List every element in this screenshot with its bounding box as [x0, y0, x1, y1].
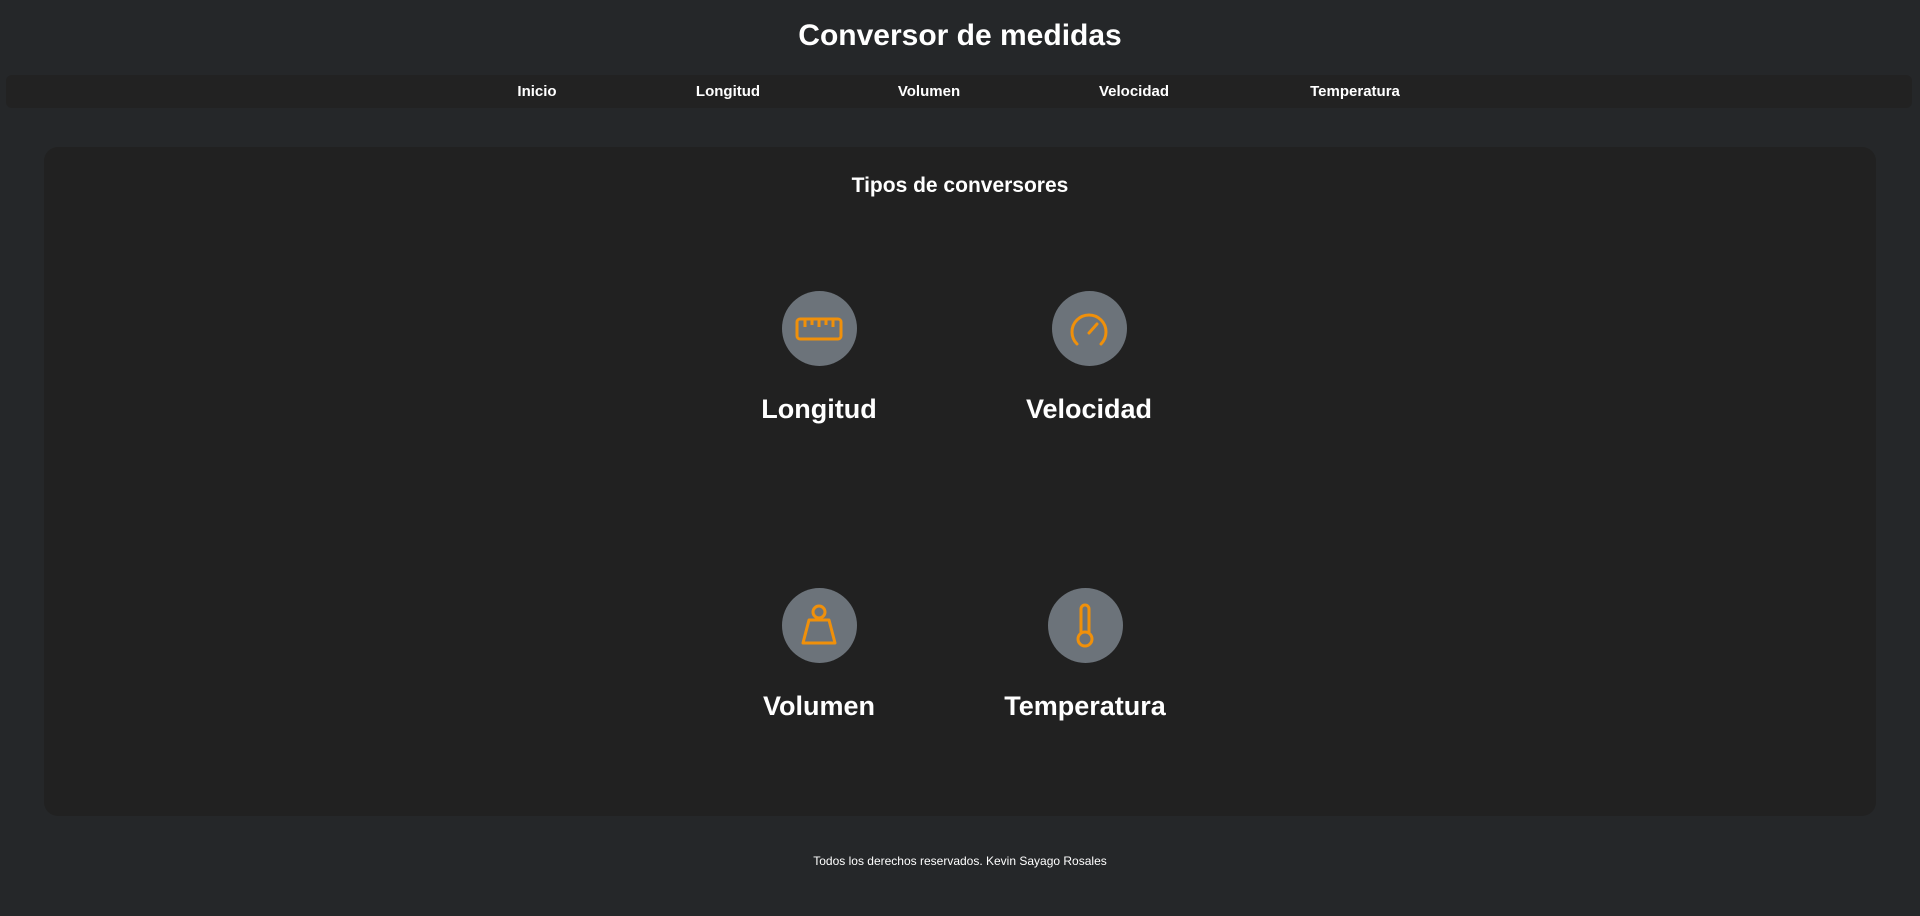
weight-icon-circle	[781, 588, 857, 663]
footer: Todos los derechos reservados. Kevin Say…	[0, 853, 1920, 869]
speedometer-icon-circle	[1051, 291, 1127, 366]
nav-link-velocidad[interactable]: Velocidad	[1099, 75, 1169, 108]
speedometer-icon	[1070, 312, 1108, 345]
card-label-temperatura: Temperatura	[1004, 691, 1166, 721]
site-title: Conversor de medidas	[798, 19, 1122, 52]
page: Conversor de medidas Inicio Longitud Vol…	[0, 0, 1920, 916]
nav-link-volumen[interactable]: Volumen	[898, 75, 960, 108]
navbar: Inicio Longitud Volumen Velocidad Temper…	[6, 75, 1912, 108]
ruler-icon	[795, 317, 843, 340]
thermometer-icon	[1076, 603, 1094, 647]
card-longitud[interactable]: Longitud	[719, 291, 919, 426]
footer-text: Todos los derechos reservados. Kevin Say…	[813, 854, 1107, 868]
card-temperatura[interactable]: Temperatura	[985, 588, 1185, 723]
card-volumen[interactable]: Volumen	[719, 588, 919, 723]
card-label-volumen: Volumen	[762, 691, 875, 721]
nav-link-inicio[interactable]: Inicio	[517, 75, 556, 108]
nav-link-longitud[interactable]: Longitud	[696, 75, 760, 108]
thermometer-icon-circle	[1047, 588, 1123, 663]
converters-panel: Tipos de conversores Longitud Velocidad …	[44, 147, 1876, 816]
card-label-velocidad: Velocidad	[1025, 394, 1153, 424]
card-label-longitud: Longitud	[761, 394, 877, 424]
nav-link-temperatura[interactable]: Temperatura	[1310, 75, 1400, 108]
weight-icon	[801, 604, 837, 644]
ruler-icon-circle	[781, 291, 857, 366]
card-velocidad[interactable]: Velocidad	[989, 291, 1189, 426]
panel-title: Tipos de conversores	[851, 174, 1069, 197]
